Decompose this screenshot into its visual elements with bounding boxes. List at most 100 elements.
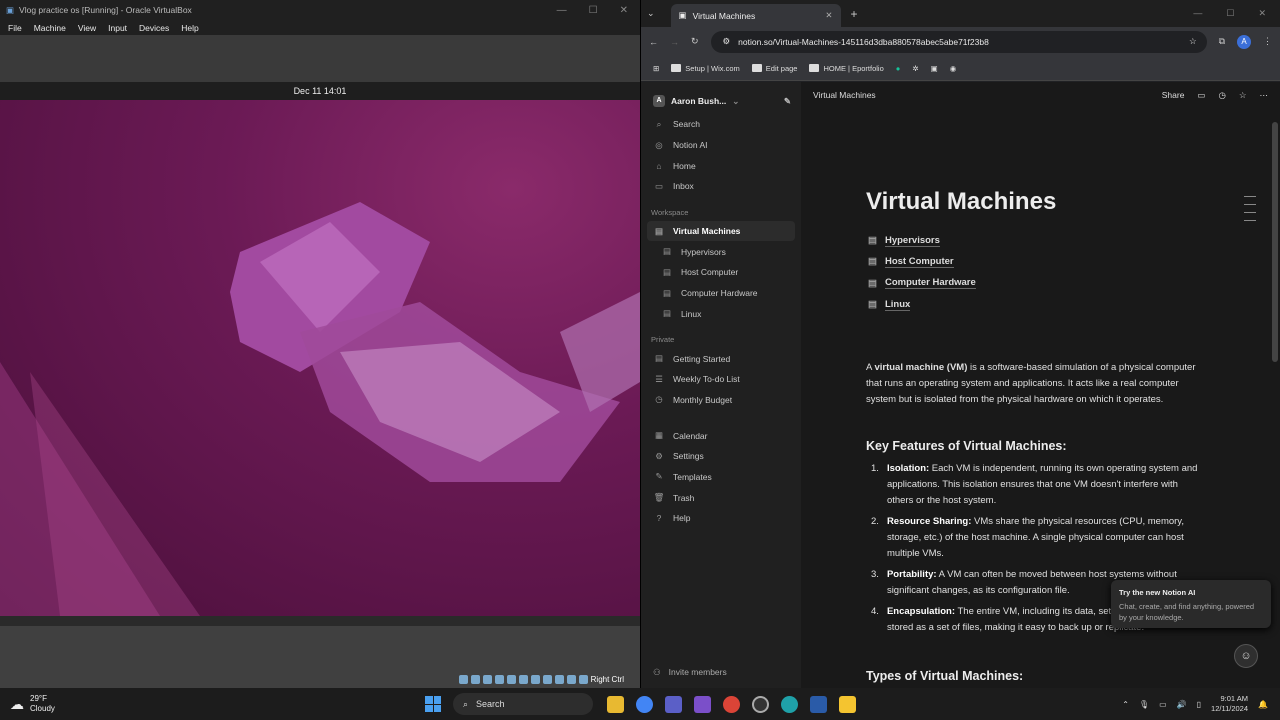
vm-horizontal-scrollbar[interactable] bbox=[0, 616, 640, 626]
menu-file[interactable]: File bbox=[8, 23, 22, 33]
subpage-link-hypervisors[interactable]: ▤ Hypervisors bbox=[868, 230, 976, 251]
sidebar-item-virtual-machines[interactable]: ▤ Virtual Machines bbox=[647, 220, 795, 242]
grammarly-icon[interactable]: ● bbox=[896, 64, 901, 73]
bookmark-wix-setup[interactable]: Setup | Wix.com bbox=[671, 64, 740, 73]
sidebar-item-host-computer[interactable]: ▤ Host Computer bbox=[647, 262, 795, 283]
subpage-link-host-computer[interactable]: ▤ Host Computer bbox=[868, 251, 976, 272]
subpage-link-linux[interactable]: ▤ Linux bbox=[868, 294, 976, 315]
notion-ai-help-button[interactable]: ☺ bbox=[1234, 644, 1258, 668]
maximize-button[interactable]: ☐ bbox=[589, 5, 598, 16]
forward-icon[interactable]: → bbox=[670, 37, 679, 47]
share-button[interactable]: Share bbox=[1162, 90, 1185, 100]
comments-icon[interactable]: ▭ bbox=[1197, 90, 1205, 101]
tab-virtual-machines[interactable]: ▣ Virtual Machines ✕ bbox=[670, 4, 841, 27]
menu-input[interactable]: Input bbox=[108, 23, 127, 33]
favorite-star-icon[interactable]: ☆ bbox=[1239, 90, 1247, 101]
chrome-icon[interactable] bbox=[636, 695, 653, 713]
taskbar-clock[interactable]: 9:01 AM 12/11/2024 bbox=[1211, 694, 1248, 714]
sidebar-item-home[interactable]: ⌂ Home bbox=[647, 155, 795, 176]
github-icon[interactable]: ◉ bbox=[950, 64, 957, 73]
sidebar-item-templates[interactable]: ✎ Templates bbox=[647, 467, 795, 488]
keyboard-status-icon[interactable] bbox=[578, 675, 588, 684]
sidebar-item-calendar[interactable]: ▦ Calendar bbox=[647, 425, 795, 446]
sidebar-item-hypervisors[interactable]: ▤ Hypervisors bbox=[647, 241, 795, 262]
subpage-link-computer-hardware[interactable]: ▤ Computer Hardware bbox=[868, 273, 976, 294]
minimize-button[interactable]: — bbox=[557, 5, 567, 16]
file-explorer-icon[interactable] bbox=[607, 695, 624, 713]
virtualbox-taskbar-icon[interactable] bbox=[810, 695, 827, 713]
usb-status-icon[interactable] bbox=[506, 675, 516, 684]
url-field[interactable]: ⚙ notion.so/Virtual-Machines-145116d3dba… bbox=[710, 30, 1207, 53]
visual-studio-icon[interactable] bbox=[694, 695, 711, 713]
volume-icon[interactable]: 🔊 bbox=[1177, 700, 1187, 709]
sidebar-item-settings[interactable]: ⚙ Settings bbox=[647, 446, 795, 467]
list-item[interactable]: 2. Resource Sharing: VMs share the physic… bbox=[871, 514, 1201, 562]
taskbar-search[interactable]: ⌕ Search bbox=[453, 693, 593, 715]
teams-icon[interactable] bbox=[665, 695, 682, 713]
table-of-contents-icon[interactable] bbox=[1244, 196, 1256, 221]
new-page-icon[interactable]: ✎ bbox=[784, 96, 795, 107]
bookmark-edit-page[interactable]: Edit page bbox=[751, 64, 797, 73]
menu-devices[interactable]: Devices bbox=[139, 23, 169, 33]
vm-desktop-wallpaper[interactable] bbox=[0, 82, 640, 616]
network-status-icon[interactable] bbox=[494, 675, 504, 684]
audio-status-icon[interactable] bbox=[482, 675, 492, 684]
virtualbox-titlebar[interactable]: ▣ Vlog practice os [Running] - Oracle Vi… bbox=[0, 0, 640, 20]
windows-start-icon[interactable] bbox=[425, 696, 441, 712]
menu-machine[interactable]: Machine bbox=[34, 23, 66, 33]
sidebar-item-weekly-todo[interactable]: ☰ Weekly To-do List bbox=[647, 369, 795, 390]
optical-status-icon[interactable] bbox=[470, 675, 480, 684]
back-icon[interactable]: ← bbox=[649, 37, 658, 47]
tab-search-icon[interactable]: ⌄ bbox=[647, 8, 655, 19]
new-tab-icon[interactable]: + bbox=[851, 7, 858, 21]
display-status-icon[interactable] bbox=[530, 675, 540, 684]
history-icon[interactable]: ◷ bbox=[1218, 90, 1225, 101]
chevron-up-icon[interactable]: ⌃ bbox=[1122, 700, 1129, 709]
notion-bookmark-icon[interactable]: ▣ bbox=[931, 64, 938, 73]
menu-view[interactable]: View bbox=[78, 23, 96, 33]
close-button[interactable]: ✕ bbox=[620, 5, 628, 16]
sidebar-item-help[interactable]: ? Help bbox=[647, 508, 795, 529]
openai-icon[interactable]: ✲ bbox=[912, 64, 918, 73]
sidebar-item-monthly-budget[interactable]: ◷ Monthly Budget bbox=[647, 390, 795, 411]
sidebar-item-getting-started[interactable]: ▤ Getting Started bbox=[647, 348, 795, 369]
sidebar-item-computer-hardware[interactable]: ▤ Computer Hardware bbox=[647, 283, 795, 304]
profile-avatar[interactable]: A bbox=[1237, 34, 1251, 49]
bookmark-eportfolio[interactable]: HOME | Eportfolio bbox=[809, 64, 884, 73]
more-options-icon[interactable]: ⋯ bbox=[1260, 90, 1269, 101]
features-heading[interactable]: Key Features of Virtual Machines: bbox=[866, 439, 1067, 453]
sidebar-item-linux[interactable]: ▤ Linux bbox=[647, 304, 795, 325]
shared-folder-status-icon[interactable] bbox=[518, 675, 528, 684]
types-heading[interactable]: Types of Virtual Machines: bbox=[866, 669, 1023, 683]
menu-help[interactable]: Help bbox=[181, 23, 198, 33]
list-item[interactable]: 1. Isolation: Each VM is independent, run… bbox=[871, 461, 1201, 509]
workspace-switcher[interactable]: A Aaron Bush... ⌄ ✎ bbox=[647, 88, 795, 114]
obs-icon[interactable] bbox=[752, 695, 769, 713]
mouse-status-icon[interactable] bbox=[566, 675, 576, 684]
apps-icon[interactable]: ⊞ bbox=[653, 64, 659, 73]
intro-paragraph[interactable]: A virtual machine (VM) is a software-bas… bbox=[866, 360, 1201, 408]
invite-members-button[interactable]: ⚇ Invite members bbox=[653, 667, 727, 678]
sidebar-item-search[interactable]: ⌕ Search bbox=[647, 114, 795, 135]
reload-icon[interactable]: ↻ bbox=[691, 36, 699, 47]
cpu-status-icon[interactable] bbox=[554, 675, 564, 684]
network-icon[interactable]: ▭ bbox=[1159, 700, 1167, 709]
breadcrumb[interactable]: Virtual Machines bbox=[813, 90, 876, 100]
recording-status-icon[interactable] bbox=[542, 675, 552, 684]
weather-widget[interactable]: ☁ 29°F Cloudy bbox=[0, 694, 160, 714]
bookmark-star-icon[interactable]: ☆ bbox=[1189, 36, 1207, 47]
microphone-icon[interactable]: 🎙 bbox=[1139, 700, 1149, 709]
page-scrollbar[interactable] bbox=[1272, 122, 1278, 362]
tab-close-icon[interactable]: ✕ bbox=[825, 10, 832, 21]
minimize-button[interactable]: — bbox=[1193, 8, 1202, 19]
close-button[interactable]: ✕ bbox=[1258, 8, 1266, 19]
sidebar-item-inbox[interactable]: ▭ Inbox bbox=[647, 176, 795, 197]
chrome-profile-icon[interactable] bbox=[723, 695, 740, 713]
sidebar-item-trash[interactable]: 🗑 Trash bbox=[647, 487, 795, 508]
browser-menu-icon[interactable]: ⋮ bbox=[1263, 36, 1272, 47]
site-info-icon[interactable]: ⚙ bbox=[723, 36, 731, 47]
extensions-icon[interactable]: ⧉ bbox=[1219, 36, 1225, 47]
edge-icon[interactable] bbox=[781, 695, 798, 713]
battery-icon[interactable]: ▯ bbox=[1197, 700, 1201, 709]
notion-ai-toast[interactable]: Try the new Notion AI Chat, create, and … bbox=[1111, 580, 1271, 628]
